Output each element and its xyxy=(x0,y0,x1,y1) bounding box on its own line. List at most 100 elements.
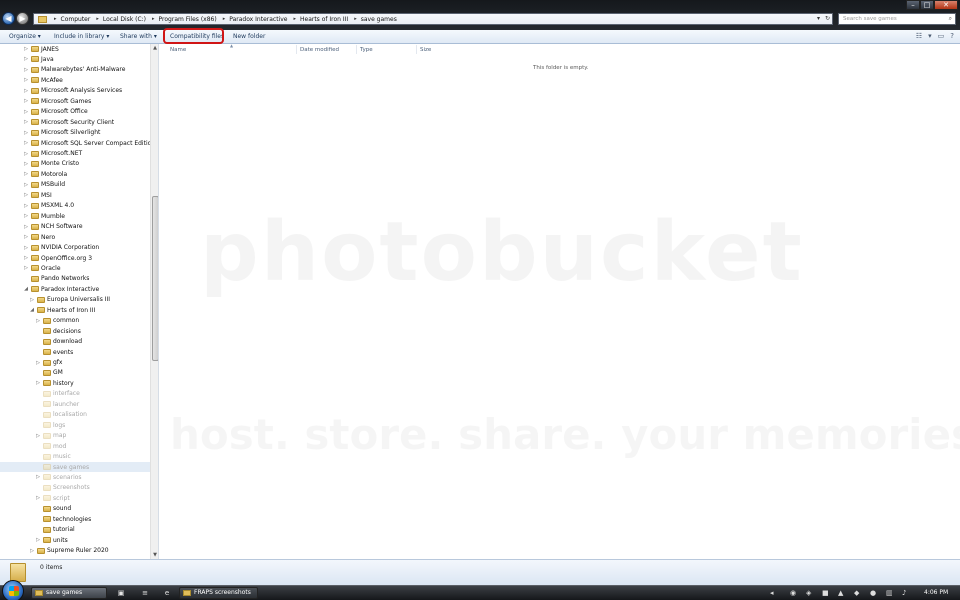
expand-arrow-icon[interactable]: ▷ xyxy=(23,213,29,219)
expand-arrow-icon[interactable]: ▷ xyxy=(23,151,29,157)
expand-arrow-icon[interactable]: ▷ xyxy=(23,161,29,167)
tree-item[interactable]: ▷ Nero xyxy=(0,232,150,242)
tree-item[interactable]: ▷ Malwarebytes' Anti-Malware xyxy=(0,65,150,75)
expand-arrow-icon[interactable]: ▷ xyxy=(23,88,29,94)
tree-item[interactable]: ▷ Microsoft Analysis Services xyxy=(0,86,150,96)
expand-arrow-icon[interactable]: ▷ xyxy=(23,109,29,115)
tree-item[interactable]: ▷ McAfee xyxy=(0,75,150,85)
tree-item[interactable]: ▷ common xyxy=(0,316,150,326)
column-type[interactable]: Type xyxy=(360,47,373,53)
tree-item[interactable]: ▷ gfx xyxy=(0,358,150,368)
expand-arrow-icon[interactable]: ▷ xyxy=(23,98,29,104)
breadcrumb-paradox-interactive[interactable]: Paradox Interactive xyxy=(229,16,287,23)
tree-item[interactable]: launcher xyxy=(0,399,150,409)
expand-arrow-icon[interactable]: ▷ xyxy=(35,318,41,324)
tree-item[interactable]: sound xyxy=(0,504,150,514)
expand-arrow-icon[interactable]: ▷ xyxy=(23,182,29,188)
tree-item[interactable]: ▷ NCH Software xyxy=(0,222,150,232)
tree-item[interactable]: ▷ script xyxy=(0,493,150,503)
nav-scrollbar[interactable]: ▲ ▼ xyxy=(150,44,158,559)
tree-item[interactable]: ▷ NVIDIA Corporation xyxy=(0,243,150,253)
preview-pane-icon[interactable]: ▭ xyxy=(938,32,945,40)
tree-item[interactable]: ▷ JANES xyxy=(0,44,150,54)
tree-item[interactable]: download xyxy=(0,337,150,347)
view-dropdown-icon[interactable]: ▾ xyxy=(928,32,932,40)
tree-item[interactable]: decisions xyxy=(0,326,150,336)
breadcrumb-program-files[interactable]: Program Files (x86) xyxy=(159,16,217,23)
expand-arrow-icon[interactable]: ▷ xyxy=(23,171,29,177)
tree-item[interactable]: ▷ Java xyxy=(0,54,150,64)
expand-arrow-icon[interactable]: ▷ xyxy=(23,192,29,198)
expand-arrow-icon[interactable]: ▷ xyxy=(29,548,35,554)
tree-item[interactable]: tutorial xyxy=(0,525,150,535)
help-icon[interactable]: ? xyxy=(950,32,954,40)
breadcrumb-separator-icon[interactable]: ▸ xyxy=(293,16,296,22)
tree-item[interactable]: Pando Networks xyxy=(0,274,150,284)
tree-item[interactable]: ◢ Paradox Interactive xyxy=(0,284,150,294)
expand-arrow-icon[interactable]: ▷ xyxy=(35,433,41,439)
volume-icon[interactable]: ♪ xyxy=(902,588,906,598)
expand-arrow-icon[interactable]: ▷ xyxy=(23,265,29,271)
expand-arrow-icon[interactable]: ▷ xyxy=(35,474,41,480)
tree-item[interactable]: ◢ Hearts of Iron III xyxy=(0,305,150,315)
expand-arrow-icon[interactable]: ▷ xyxy=(35,495,41,501)
expand-arrow-icon[interactable]: ▷ xyxy=(23,255,29,261)
tree-item[interactable]: ▷ MSXML 4.0 xyxy=(0,201,150,211)
taskbar-explorer-save-games[interactable]: save games xyxy=(31,587,107,599)
tree-item[interactable]: Screenshots xyxy=(0,483,150,493)
app-icon[interactable]: ≡ xyxy=(140,588,150,598)
tree-item[interactable]: ▷ Microsoft.NET xyxy=(0,149,150,159)
tree-item[interactable]: mod xyxy=(0,441,150,451)
tree-item[interactable]: ▷ map xyxy=(0,431,150,441)
breadcrumb-separator-icon[interactable]: ▸ xyxy=(96,16,99,22)
tray-arrow-icon[interactable]: ◂ xyxy=(770,588,774,598)
tree-item[interactable]: ▷ MSBuild xyxy=(0,180,150,190)
tree-item[interactable]: ▷ Microsoft Security Client xyxy=(0,117,150,127)
start-button[interactable] xyxy=(2,580,24,600)
tree-item[interactable]: ▷ Supreme Ruler 2020 xyxy=(0,546,150,556)
breadcrumb-save-games[interactable]: save games xyxy=(361,16,397,23)
tray-app-icon[interactable]: ◆ xyxy=(854,588,859,598)
expand-arrow-icon[interactable]: ▷ xyxy=(23,245,29,251)
expand-arrow-icon[interactable]: ▷ xyxy=(23,77,29,83)
tree-item[interactable]: ▷ Microsoft Office xyxy=(0,107,150,117)
tree-item[interactable]: localisation xyxy=(0,410,150,420)
tree-item[interactable]: ▷ Oracle xyxy=(0,263,150,273)
collapse-arrow-icon[interactable]: ◢ xyxy=(23,286,29,292)
clock[interactable]: 4:06 PM xyxy=(924,589,948,596)
scroll-down-icon[interactable]: ▼ xyxy=(151,551,158,559)
tree-item[interactable]: music xyxy=(0,452,150,462)
tree-item[interactable]: ▷ Microsoft Games xyxy=(0,96,150,106)
tree-item[interactable]: interface xyxy=(0,389,150,399)
breadcrumb-local-disk[interactable]: Local Disk (C:) xyxy=(103,16,146,23)
expand-arrow-icon[interactable]: ▷ xyxy=(23,130,29,136)
taskbar-fraps-screenshots[interactable]: FRAPS screenshots xyxy=(179,587,258,599)
expand-arrow-icon[interactable]: ▷ xyxy=(23,67,29,73)
include-in-library-button[interactable]: Include in library ▾ xyxy=(54,33,109,40)
tree-item[interactable]: ▷ Motorola xyxy=(0,169,150,179)
tree-item[interactable]: ▷ history xyxy=(0,378,150,388)
breadcrumb-separator-icon[interactable]: ▸ xyxy=(223,16,226,22)
column-size[interactable]: Size xyxy=(420,47,431,53)
tree-item[interactable]: ▷ units xyxy=(0,535,150,545)
search-input[interactable]: Search save games ⌕ xyxy=(838,13,956,25)
expand-arrow-icon[interactable]: ▷ xyxy=(29,297,35,303)
search-icon[interactable]: ⌕ xyxy=(949,14,952,24)
tree-item[interactable]: ▷ Europa Universalis III xyxy=(0,295,150,305)
tree-item[interactable]: ▷ Microsoft Silverlight xyxy=(0,128,150,138)
tree-item[interactable]: save games xyxy=(0,462,150,472)
expand-arrow-icon[interactable]: ▷ xyxy=(35,380,41,386)
column-divider[interactable] xyxy=(416,45,417,54)
expand-arrow-icon[interactable]: ▷ xyxy=(23,234,29,240)
tray-app-icon[interactable]: ▲ xyxy=(838,588,843,598)
refresh-icon[interactable]: ↻ xyxy=(823,14,832,24)
tree-item[interactable]: GM xyxy=(0,368,150,378)
tray-app-icon[interactable]: ■ xyxy=(822,588,829,598)
internet-explorer-icon[interactable]: e xyxy=(162,588,172,598)
expand-arrow-icon[interactable]: ▷ xyxy=(23,203,29,209)
tray-app-icon[interactable]: ● xyxy=(870,588,876,598)
expand-arrow-icon[interactable]: ▷ xyxy=(35,360,41,366)
breadcrumb-separator-icon[interactable]: ▸ xyxy=(152,16,155,22)
tree-item[interactable]: ▷ scenarios xyxy=(0,472,150,482)
maximize-button[interactable]: □ xyxy=(920,0,934,10)
